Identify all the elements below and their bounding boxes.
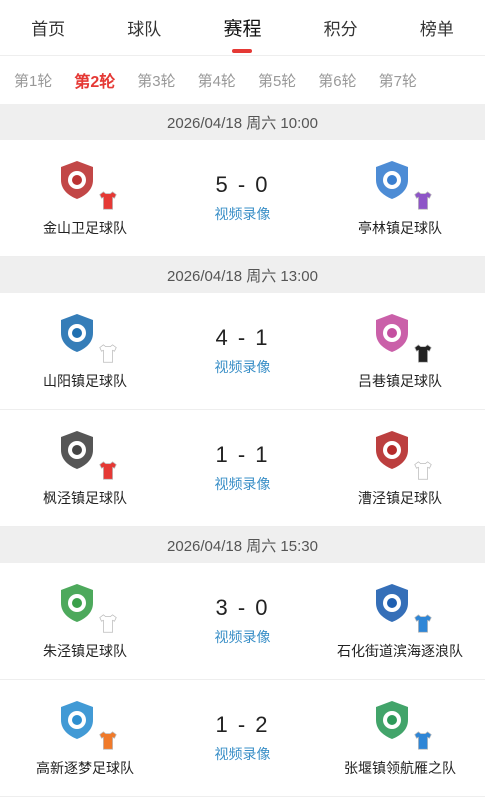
match-score: 3 - 0 bbox=[215, 595, 270, 620]
away-team-badge bbox=[370, 698, 432, 750]
away-team-name: 石化街道滨海逐浪队 bbox=[337, 643, 463, 659]
match-center: 1 - 2 视频录像 bbox=[170, 712, 315, 764]
home-team-name: 金山卫足球队 bbox=[43, 220, 127, 236]
tab-teams[interactable]: 球队 bbox=[119, 9, 169, 46]
match-time-header: 2026/04/18 周六 15:30 bbox=[0, 527, 485, 563]
video-replay-link[interactable]: 视频录像 bbox=[215, 357, 271, 377]
jersey-icon bbox=[414, 731, 432, 750]
home-team-badge bbox=[55, 581, 117, 633]
home-team-badge bbox=[55, 428, 117, 480]
round-tab-7[interactable]: 第7轮 bbox=[379, 70, 417, 91]
team-logo-icon bbox=[61, 701, 93, 739]
away-team-badge bbox=[370, 581, 432, 633]
match-score: 1 - 1 bbox=[215, 442, 270, 467]
tab-standings[interactable]: 积分 bbox=[316, 9, 366, 46]
match-row[interactable]: 山阳镇足球队 4 - 1 视频录像吕巷镇足球队 bbox=[0, 293, 485, 410]
match-time-header: 2026/04/18 周六 13:00 bbox=[0, 257, 485, 293]
team-logo-icon bbox=[376, 431, 408, 469]
jersey-icon bbox=[99, 344, 117, 363]
tab-rankings[interactable]: 榜单 bbox=[412, 9, 462, 46]
away-team[interactable]: 石化街道滨海逐浪队 bbox=[315, 581, 485, 661]
away-team[interactable]: 张堰镇领航雁之队 bbox=[315, 698, 485, 778]
team-logo-icon bbox=[61, 161, 93, 199]
video-replay-link[interactable]: 视频录像 bbox=[215, 474, 271, 494]
away-team[interactable]: 亭林镇足球队 bbox=[315, 158, 485, 238]
round-tab-1[interactable]: 第1轮 bbox=[14, 70, 52, 91]
match-row[interactable]: 枫泾镇足球队 1 - 1 视频录像漕泾镇足球队 bbox=[0, 410, 485, 527]
home-team-name: 朱泾镇足球队 bbox=[43, 643, 127, 659]
team-logo-icon bbox=[376, 314, 408, 352]
jersey-icon bbox=[99, 461, 117, 480]
jersey-icon bbox=[414, 614, 432, 633]
away-team-name: 张堰镇领航雁之队 bbox=[344, 760, 456, 776]
top-navigation: 首页 球队 赛程 积分 榜单 bbox=[0, 0, 485, 56]
home-team-name: 枫泾镇足球队 bbox=[43, 490, 127, 506]
round-tab-4[interactable]: 第4轮 bbox=[198, 70, 236, 91]
tab-schedule[interactable]: 赛程 bbox=[215, 8, 269, 47]
away-team[interactable]: 吕巷镇足球队 bbox=[315, 311, 485, 391]
match-score: 5 - 0 bbox=[215, 172, 270, 197]
away-team-name: 亭林镇足球队 bbox=[358, 220, 442, 236]
match-center: 5 - 0 视频录像 bbox=[170, 172, 315, 224]
video-replay-link[interactable]: 视频录像 bbox=[215, 627, 271, 647]
jersey-icon bbox=[99, 191, 117, 210]
round-tab-3[interactable]: 第3轮 bbox=[137, 70, 175, 91]
home-team[interactable]: 山阳镇足球队 bbox=[0, 311, 170, 391]
round-selector: 第1轮 第2轮 第3轮 第4轮 第5轮 第6轮 第7轮 bbox=[0, 56, 485, 104]
match-list: 2026/04/18 周六 10:00 金山卫足球队 5 - 0 视频录像 亭林镇足球队… bbox=[0, 104, 485, 797]
match-row[interactable]: 高新逐梦足球队 1 - 2 视频录像张堰镇领航雁之队 bbox=[0, 680, 485, 797]
round-tab-5[interactable]: 第5轮 bbox=[258, 70, 296, 91]
round-tab-6[interactable]: 第6轮 bbox=[318, 70, 356, 91]
home-team-name: 山阳镇足球队 bbox=[43, 373, 127, 389]
team-logo-icon bbox=[376, 584, 408, 622]
team-logo-icon bbox=[61, 584, 93, 622]
jersey-icon bbox=[99, 614, 117, 633]
away-team-badge bbox=[370, 158, 432, 210]
match-row[interactable]: 朱泾镇足球队 3 - 0 视频录像石化街道滨海逐浪队 bbox=[0, 563, 485, 680]
home-team[interactable]: 朱泾镇足球队 bbox=[0, 581, 170, 661]
team-logo-icon bbox=[376, 161, 408, 199]
away-team[interactable]: 漕泾镇足球队 bbox=[315, 428, 485, 508]
away-team-badge bbox=[370, 311, 432, 363]
home-team-badge bbox=[55, 158, 117, 210]
match-time-header: 2026/04/18 周六 10:00 bbox=[0, 104, 485, 140]
jersey-icon bbox=[99, 731, 117, 750]
away-team-name: 漕泾镇足球队 bbox=[358, 490, 442, 506]
match-center: 4 - 1 视频录像 bbox=[170, 325, 315, 377]
match-center: 3 - 0 视频录像 bbox=[170, 595, 315, 647]
match-row[interactable]: 金山卫足球队 5 - 0 视频录像亭林镇足球队 bbox=[0, 140, 485, 257]
match-score: 4 - 1 bbox=[215, 325, 270, 350]
away-team-name: 吕巷镇足球队 bbox=[358, 373, 442, 389]
home-team[interactable]: 枫泾镇足球队 bbox=[0, 428, 170, 508]
team-logo-icon bbox=[61, 431, 93, 469]
video-replay-link[interactable]: 视频录像 bbox=[215, 204, 271, 224]
tab-home[interactable]: 首页 bbox=[23, 9, 73, 46]
round-tab-2[interactable]: 第2轮 bbox=[74, 68, 115, 92]
jersey-icon bbox=[414, 191, 432, 210]
jersey-icon bbox=[414, 461, 432, 480]
home-team[interactable]: 金山卫足球队 bbox=[0, 158, 170, 238]
home-team-badge bbox=[55, 311, 117, 363]
match-center: 1 - 1 视频录像 bbox=[170, 442, 315, 494]
away-team-badge bbox=[370, 428, 432, 480]
jersey-icon bbox=[414, 344, 432, 363]
home-team[interactable]: 高新逐梦足球队 bbox=[0, 698, 170, 778]
team-logo-icon bbox=[376, 701, 408, 739]
team-logo-icon bbox=[61, 314, 93, 352]
video-replay-link[interactable]: 视频录像 bbox=[215, 744, 271, 764]
home-team-badge bbox=[55, 698, 117, 750]
match-score: 1 - 2 bbox=[215, 712, 270, 737]
home-team-name: 高新逐梦足球队 bbox=[36, 760, 134, 776]
